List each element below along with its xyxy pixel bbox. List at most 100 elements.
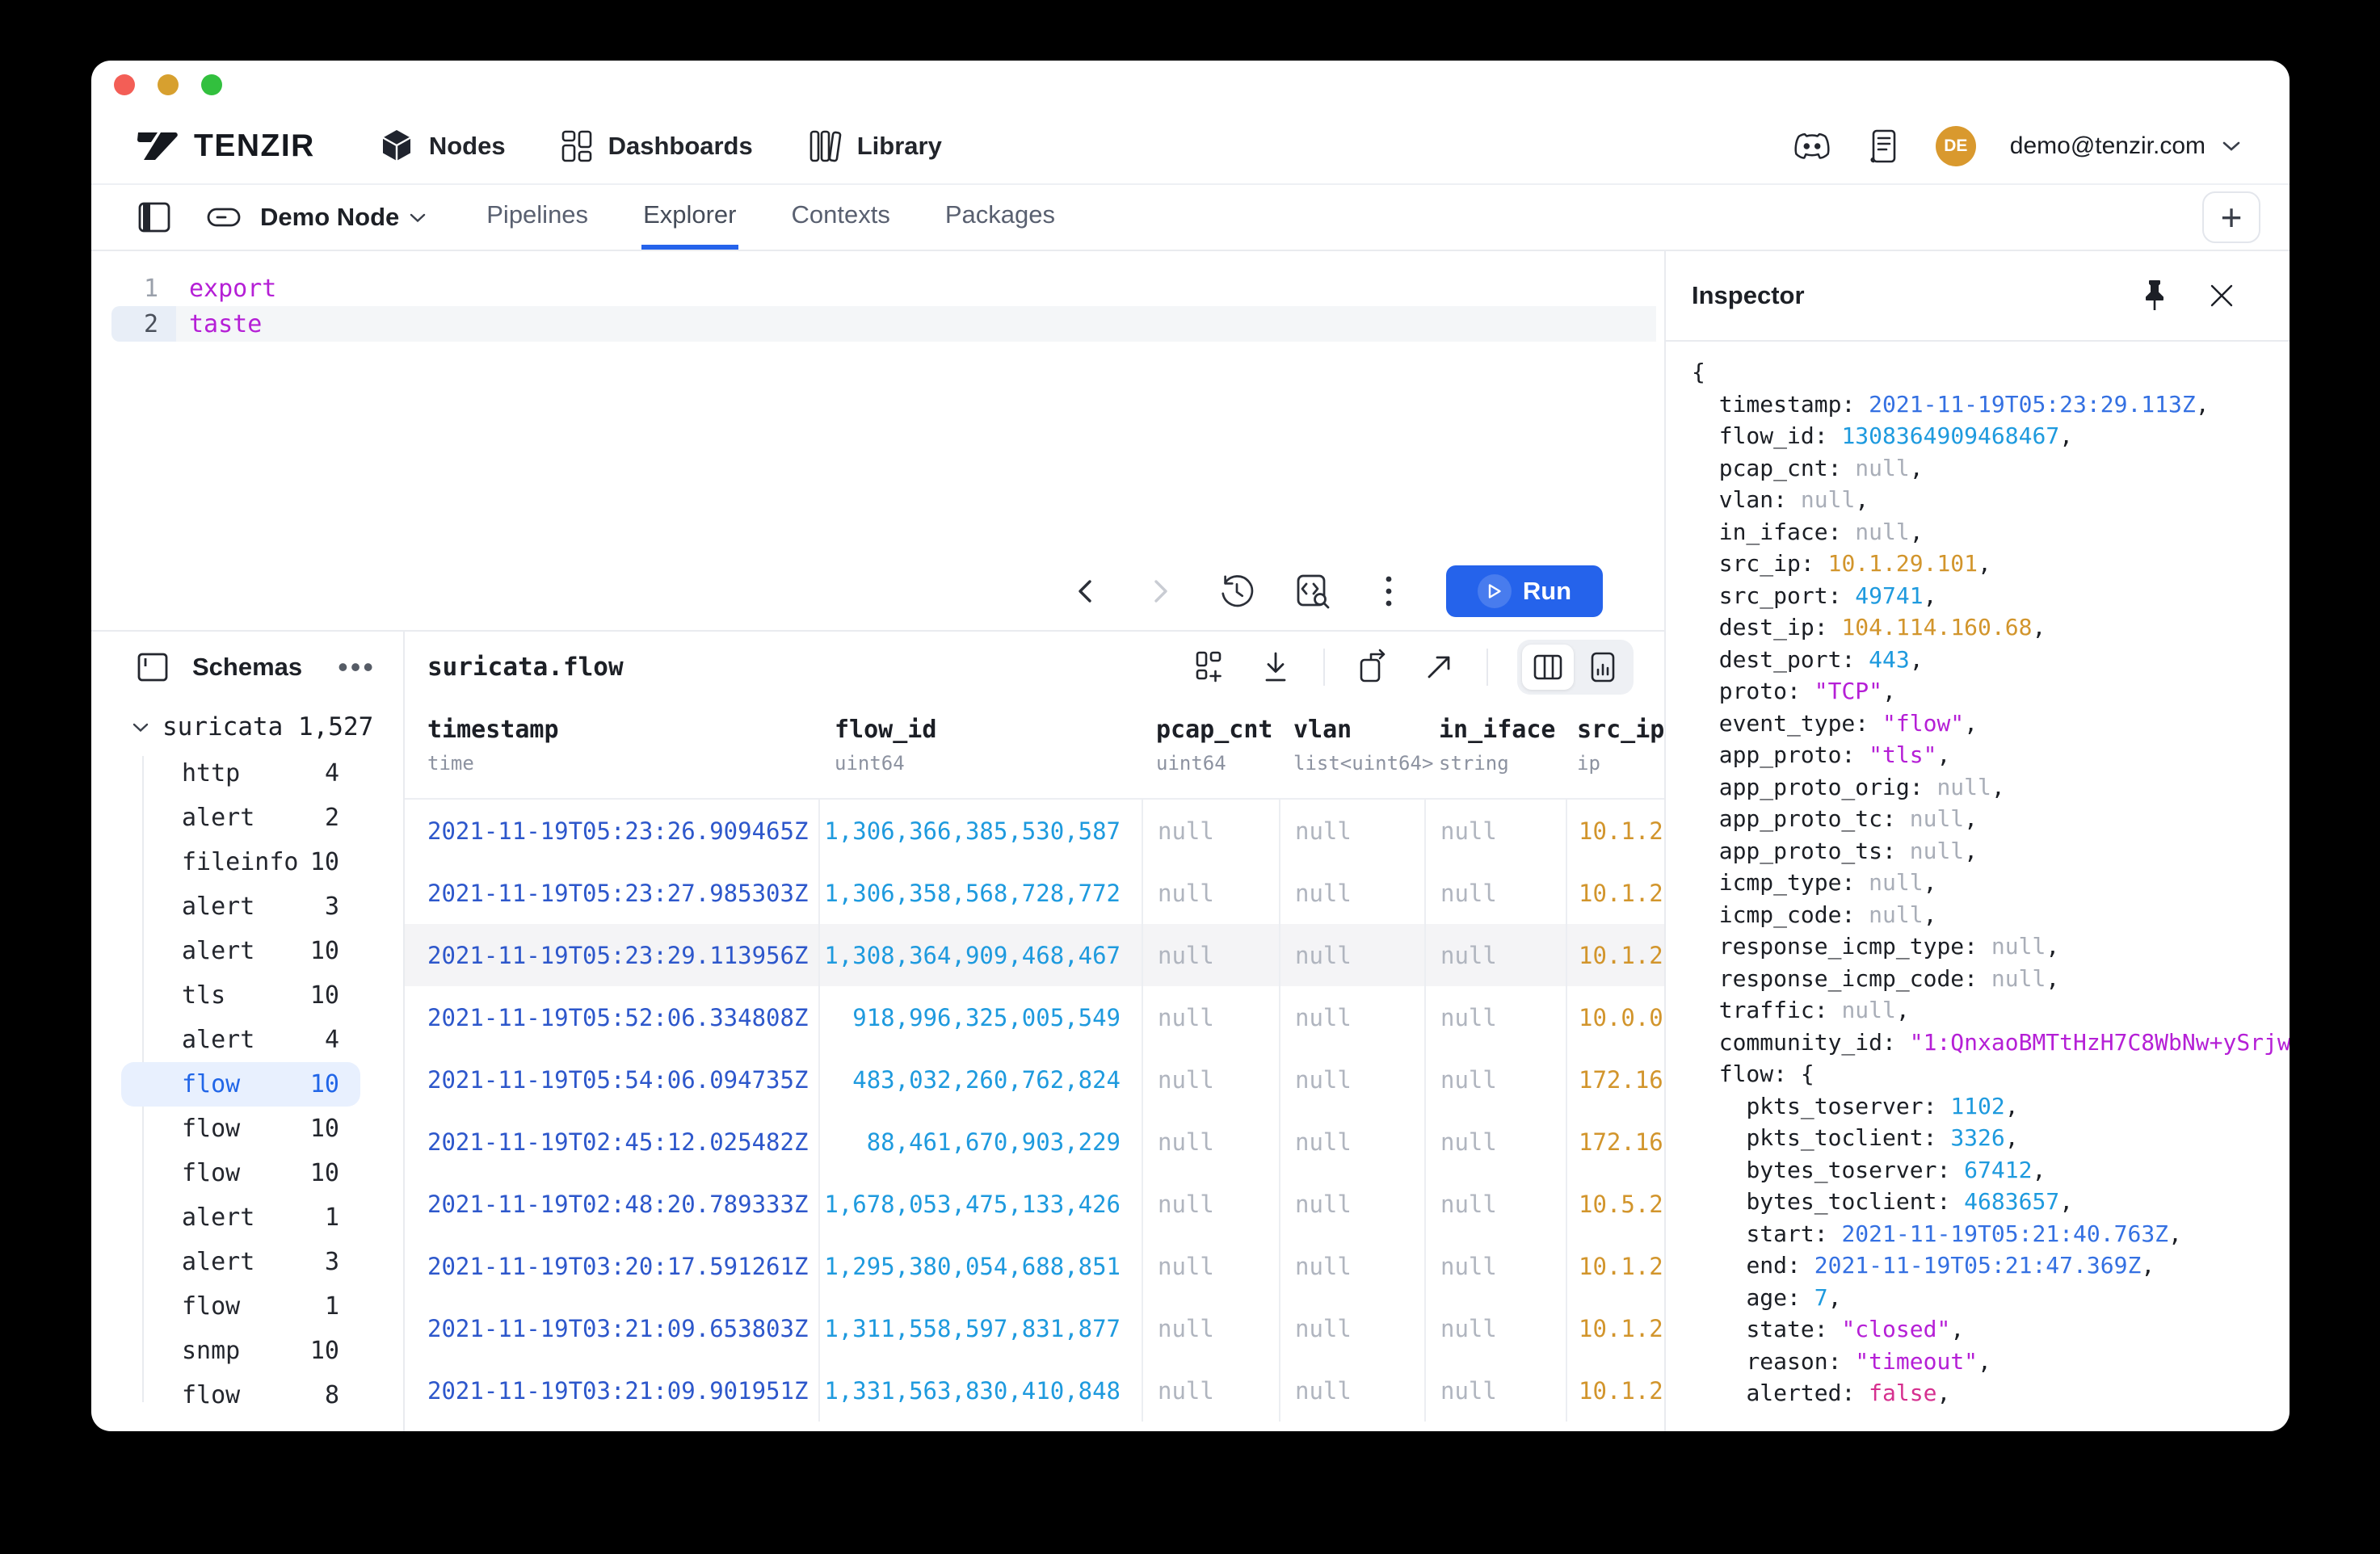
close-icon[interactable] (2207, 281, 2236, 310)
schema-item-tls[interactable]: tls10 (121, 973, 360, 1018)
add-tab-button[interactable]: + (2202, 191, 2260, 243)
cell-vlan[interactable]: null (1279, 1359, 1424, 1422)
cell-vlan[interactable]: null (1279, 924, 1424, 986)
column-in-iface[interactable]: in_iface string (1424, 703, 1566, 798)
schema-item-http[interactable]: http4 (121, 751, 360, 796)
cell-in_iface[interactable]: null (1424, 1235, 1566, 1297)
schema-item-flow[interactable]: flow10 (121, 1151, 360, 1195)
table-row[interactable]: 2021-11-19T05:54:06.094735Z483,032,260,7… (405, 1048, 1664, 1111)
column-flow-id[interactable]: flow_id uint64 (818, 703, 1142, 798)
chevron-down-icon[interactable] (2222, 141, 2241, 152)
editor-line[interactable]: 1 export (91, 271, 1664, 306)
cell-src_ip[interactable]: 10.1.2 (1566, 862, 1664, 924)
schema-item-fileinfo[interactable]: fileinfo10 (121, 840, 360, 884)
cell-src_ip[interactable]: 10.1.2 (1566, 1235, 1664, 1297)
schema-item-snmp[interactable]: snmp10 (121, 1329, 360, 1373)
cell-vlan[interactable]: null (1279, 1048, 1424, 1111)
cell-flow_id[interactable]: 1,311,558,597,831,877 (818, 1297, 1142, 1359)
tenzir-logo[interactable]: TENZIR (136, 128, 315, 165)
cell-timestamp[interactable]: 2021-11-19T05:54:06.094735Z (405, 1048, 818, 1111)
cell-timestamp[interactable]: 2021-11-19T03:21:09.653803Z (405, 1297, 818, 1359)
inspect-code-icon[interactable] (1294, 573, 1331, 610)
cell-flow_id[interactable]: 1,331,563,830,410,848 (818, 1359, 1142, 1422)
cell-vlan[interactable]: null (1279, 1297, 1424, 1359)
cell-src_ip[interactable]: 172.16 (1566, 1111, 1664, 1173)
table-row[interactable]: 2021-11-19T03:21:09.901951Z1,331,563,830… (405, 1359, 1664, 1422)
cell-timestamp[interactable]: 2021-11-19T02:48:20.789333Z (405, 1173, 818, 1235)
table-row[interactable]: 2021-11-19T03:21:09.653803Z1,311,558,597… (405, 1297, 1664, 1359)
cell-in_iface[interactable]: null (1424, 924, 1566, 986)
cell-pcap_cnt[interactable]: null (1142, 1297, 1279, 1359)
cell-pcap_cnt[interactable]: null (1142, 1235, 1279, 1297)
cell-vlan[interactable]: null (1279, 986, 1424, 1048)
docs-icon[interactable] (1865, 128, 1902, 165)
discord-icon[interactable] (1793, 128, 1831, 165)
cell-src_ip[interactable]: 10.1.2 (1566, 924, 1664, 986)
column-pcap-cnt[interactable]: pcap_cnt uint64 (1142, 703, 1279, 798)
paste-icon[interactable] (1354, 649, 1391, 686)
cell-in_iface[interactable]: null (1424, 800, 1566, 862)
cell-src_ip[interactable]: 10.1.2 (1566, 800, 1664, 862)
schema-item-alert[interactable]: alert4 (121, 1018, 360, 1062)
table-row[interactable]: 2021-11-19T03:20:17.591261Z1,295,380,054… (405, 1235, 1664, 1297)
history-icon[interactable] (1218, 573, 1255, 610)
schema-item-flow[interactable]: flow10 (121, 1062, 360, 1107)
cell-vlan[interactable]: null (1279, 1173, 1424, 1235)
cell-flow_id[interactable]: 1,308,364,909,468,467 (818, 924, 1142, 986)
table-row[interactable]: 2021-11-19T02:48:20.789333Z1,678,053,475… (405, 1173, 1664, 1235)
node-selector[interactable]: Demo Node (260, 203, 399, 232)
schema-item-flow[interactable]: flow1 (121, 1284, 360, 1329)
cell-timestamp[interactable]: 2021-11-19T03:20:17.591261Z (405, 1235, 818, 1297)
editor-code[interactable]: taste (176, 306, 1656, 342)
table-row[interactable]: 2021-11-19T05:52:06.334808Z918,996,325,0… (405, 986, 1664, 1048)
cell-in_iface[interactable]: null (1424, 986, 1566, 1048)
avatar[interactable]: DE (1936, 126, 1976, 166)
cell-src_ip[interactable]: 10.0.0 (1566, 986, 1664, 1048)
user-email[interactable]: demo@tenzir.com (2010, 132, 2205, 160)
cell-flow_id[interactable]: 1,306,358,568,728,772 (818, 862, 1142, 924)
column-src-ip[interactable]: src_ip ip (1566, 703, 1664, 798)
cell-flow_id[interactable]: 1,678,053,475,133,426 (818, 1173, 1142, 1235)
cell-in_iface[interactable]: null (1424, 862, 1566, 924)
chevron-down-icon[interactable] (409, 212, 427, 223)
cell-vlan[interactable]: null (1279, 862, 1424, 924)
cell-timestamp[interactable]: 2021-11-19T05:23:29.113956Z (405, 924, 818, 986)
cell-src_ip[interactable]: 172.16 (1566, 1048, 1664, 1111)
cell-flow_id[interactable]: 1,295,380,054,688,851 (818, 1235, 1142, 1297)
back-icon[interactable] (1066, 573, 1104, 610)
column-timestamp[interactable]: timestamp time (405, 703, 818, 798)
tab-pipelines[interactable]: Pipelines (485, 185, 590, 250)
cell-in_iface[interactable]: null (1424, 1173, 1566, 1235)
table-view-icon[interactable] (1522, 645, 1574, 690)
cell-flow_id[interactable]: 1,306,366,385,530,587 (818, 800, 1142, 862)
nav-item-library[interactable]: Library (806, 128, 942, 165)
schema-item-alert[interactable]: alert3 (121, 884, 360, 929)
cell-in_iface[interactable]: null (1424, 1359, 1566, 1422)
panel-collapse-icon[interactable] (136, 651, 170, 683)
inspector-json[interactable]: { timestamp: 2021-11-19T05:23:29.113Z, f… (1666, 342, 2290, 1431)
nav-item-dashboards[interactable]: Dashboards (559, 128, 753, 165)
cell-pcap_cnt[interactable]: null (1142, 924, 1279, 986)
cell-in_iface[interactable]: null (1424, 1048, 1566, 1111)
tab-packages[interactable]: Packages (944, 185, 1057, 250)
schemas-menu-icon[interactable]: ••• (338, 663, 376, 671)
table-row[interactable]: 2021-11-19T05:23:26.909465Z1,306,366,385… (405, 800, 1664, 862)
schema-item-flow[interactable]: flow10 (121, 1107, 360, 1151)
cell-flow_id[interactable]: 88,461,670,903,229 (818, 1111, 1142, 1173)
download-icon[interactable] (1257, 649, 1294, 686)
cell-src_ip[interactable]: 10.1.2 (1566, 1297, 1664, 1359)
cell-timestamp[interactable]: 2021-11-19T05:23:27.985303Z (405, 862, 818, 924)
cell-timestamp[interactable]: 2021-11-19T03:21:09.901951Z (405, 1359, 818, 1422)
pin-icon[interactable] (2141, 278, 2168, 313)
cell-src_ip[interactable]: 10.1.2 (1566, 1359, 1664, 1422)
cell-pcap_cnt[interactable]: null (1142, 800, 1279, 862)
kebab-menu-icon[interactable] (1370, 573, 1407, 610)
query-editor[interactable]: 1 export 2 taste (91, 251, 1664, 342)
cell-timestamp[interactable]: 2021-11-19T05:23:26.909465Z (405, 800, 818, 862)
chevron-down-icon[interactable] (132, 722, 149, 733)
tab-contexts[interactable]: Contexts (790, 185, 892, 250)
zoom-window-button[interactable] (201, 74, 222, 95)
expand-icon[interactable] (1420, 649, 1457, 686)
table-row[interactable]: 2021-11-19T05:23:27.985303Z1,306,358,568… (405, 862, 1664, 924)
cell-src_ip[interactable]: 10.5.2 (1566, 1173, 1664, 1235)
